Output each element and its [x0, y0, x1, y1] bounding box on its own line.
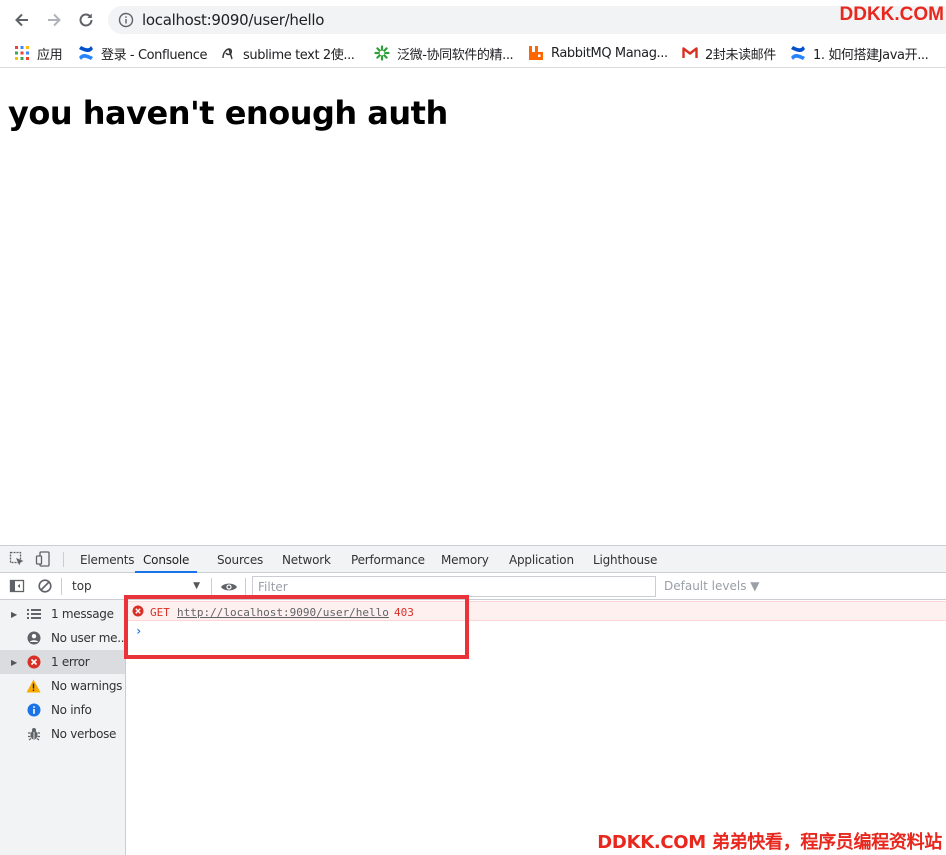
- warning-icon: [26, 679, 41, 694]
- toolbar-divider: [245, 578, 246, 595]
- sidebar-item-verbose[interactable]: No verbose: [0, 722, 125, 746]
- tab-network[interactable]: Network: [282, 546, 331, 573]
- reload-icon: [79, 13, 93, 27]
- sidebar-label: No warnings: [51, 679, 123, 693]
- bookmark-weaver[interactable]: 泛微-协同软件的精...: [374, 43, 514, 63]
- list-icon: [26, 607, 41, 622]
- expand-caret-icon[interactable]: ▶: [11, 610, 19, 619]
- console-output: GET http://localhost:9090/user/hello 403…: [126, 600, 946, 855]
- console-prompt[interactable]: ›: [135, 624, 142, 638]
- console-toolbar: top ▼ Default levels ▼: [0, 573, 946, 600]
- sidebar-label: 1 error: [51, 655, 90, 669]
- dropdown-arrow-icon: ▼: [193, 581, 200, 591]
- tab-console[interactable]: Console: [135, 546, 198, 573]
- address-bar[interactable]: localhost:9090/user/hello: [108, 6, 946, 34]
- bookmark-sublime[interactable]: sublime text 2使...: [220, 43, 355, 63]
- error-icon: [132, 605, 144, 617]
- status-code: 403: [394, 606, 414, 619]
- toolbar-divider: [211, 578, 212, 595]
- tab-sources[interactable]: Sources: [217, 546, 263, 573]
- bookmark-gmail[interactable]: 2封未读邮件: [682, 43, 776, 63]
- sidebar-item-user-messages[interactable]: No user me...: [0, 626, 128, 650]
- console-sidebar: ▶ 1 message No user me... ▶ 1 error No w…: [0, 600, 128, 855]
- tab-elements[interactable]: Elements: [80, 546, 135, 573]
- tab-application[interactable]: Application: [509, 546, 574, 573]
- devtools-panel: Elements Console Sources Network Perform…: [0, 545, 946, 855]
- url-text[interactable]: localhost:9090/user/hello: [142, 11, 324, 29]
- tab-performance[interactable]: Performance: [351, 546, 425, 573]
- bookmark-java-setup[interactable]: 1. 如何搭建Java开...: [790, 43, 929, 63]
- tab-memory[interactable]: Memory: [441, 546, 489, 573]
- bookmark-label: 应用: [37, 47, 63, 63]
- sidebar-item-errors[interactable]: ▶ 1 error: [0, 650, 125, 674]
- user-icon: [26, 631, 41, 646]
- footer-watermark: DDKK.COM 弟弟快看，程序员编程资料站: [597, 832, 942, 853]
- request-url-link[interactable]: http://localhost:9090/user/hello: [177, 606, 389, 619]
- expand-caret-icon[interactable]: ▶: [11, 658, 19, 667]
- sidebar-label: No info: [51, 703, 92, 717]
- inspect-element-icon[interactable]: [9, 551, 25, 567]
- bookmark-apps[interactable]: 应用: [14, 43, 63, 63]
- sidebar-label: 1 message: [51, 607, 114, 621]
- bookmark-rabbitmq[interactable]: RabbitMQ Manag...: [528, 43, 668, 63]
- bookmark-label: 1. 如何搭建Java开...: [813, 47, 929, 63]
- page-heading: you haven't enough auth: [8, 94, 448, 132]
- toolbar-divider: [63, 552, 64, 567]
- live-expression-eye-icon[interactable]: [220, 579, 238, 595]
- site-info-icon[interactable]: [118, 12, 134, 28]
- forward-arrow-icon: [48, 13, 61, 27]
- console-filter-input[interactable]: [252, 576, 656, 597]
- toolbar-divider: [61, 578, 62, 595]
- toggle-sidebar-icon[interactable]: [9, 578, 25, 594]
- bookmark-confluence-login[interactable]: 登录 - Confluence: [78, 43, 207, 63]
- bookmark-label: sublime text 2使...: [243, 47, 355, 63]
- sublime-icon: [220, 45, 236, 61]
- bookmark-label: 泛微-协同软件的精...: [397, 47, 514, 63]
- sidebar-item-warnings[interactable]: No warnings: [0, 674, 125, 698]
- apps-grid-icon: [14, 45, 30, 61]
- gmail-icon: [682, 45, 698, 61]
- reload-button[interactable]: [75, 9, 97, 31]
- confluence-icon: [790, 45, 806, 61]
- back-arrow-icon: [15, 13, 28, 27]
- bookmarks-bar: 应用 登录 - Confluence sublime text 2使... 泛微…: [0, 38, 946, 68]
- browser-toolbar: localhost:9090/user/hello DDKK.COM: [0, 0, 946, 38]
- tab-lighthouse[interactable]: Lighthouse: [593, 546, 657, 573]
- watermark-logo: DDKK.COM: [839, 4, 945, 25]
- devtools-tab-bar: Elements Console Sources Network Perform…: [0, 546, 946, 573]
- weaver-icon: [374, 45, 390, 61]
- context-selector[interactable]: top ▼: [64, 576, 206, 596]
- sidebar-item-info[interactable]: No info: [0, 698, 125, 722]
- bookmark-label: RabbitMQ Manag...: [551, 45, 668, 61]
- back-button[interactable]: [11, 9, 33, 31]
- bug-icon: [26, 727, 41, 742]
- bookmark-label: 2封未读邮件: [705, 47, 776, 63]
- console-error-message: GET http://localhost:9090/user/hello 403: [126, 601, 946, 621]
- error-icon: [26, 655, 41, 670]
- context-value: top: [72, 579, 92, 593]
- confluence-icon: [78, 45, 94, 61]
- sidebar-item-messages[interactable]: ▶ 1 message: [0, 602, 125, 626]
- bookmark-label: 登录 - Confluence: [101, 47, 208, 63]
- request-method: GET: [150, 606, 170, 619]
- device-toolbar-icon[interactable]: [35, 551, 51, 567]
- rabbitmq-icon: [528, 45, 544, 61]
- sidebar-label: No verbose: [51, 727, 117, 741]
- info-icon: [26, 703, 41, 718]
- sidebar-label: No user me...: [51, 631, 128, 645]
- clear-console-icon[interactable]: [37, 578, 53, 594]
- forward-button[interactable]: [43, 9, 65, 31]
- log-levels-dropdown[interactable]: Default levels ▼: [664, 579, 760, 593]
